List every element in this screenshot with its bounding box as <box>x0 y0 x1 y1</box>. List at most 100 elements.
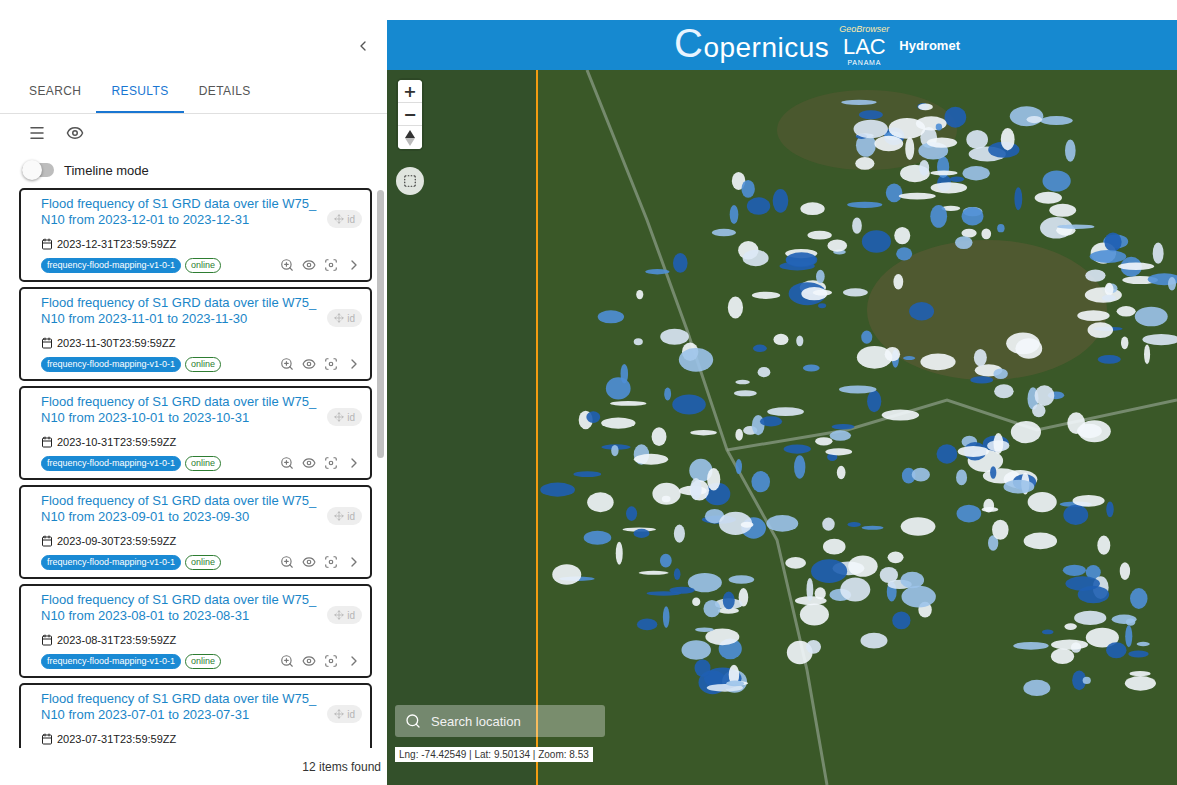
view-toolbar <box>0 114 387 152</box>
result-title-row: Flood frequency of S1 GRD data over tile… <box>41 493 362 525</box>
chevron-right-icon[interactable] <box>346 653 362 669</box>
chevron-right-icon[interactable] <box>346 356 362 372</box>
tag-row: frequency-flood-mapping-v1-0-1 online <box>41 256 362 274</box>
satellite-map[interactable] <box>387 70 1177 785</box>
focus-icon[interactable] <box>324 357 338 371</box>
result-title[interactable]: Flood frequency of S1 GRD data over tile… <box>41 196 323 228</box>
result-title[interactable]: Flood frequency of S1 GRD data over tile… <box>41 592 323 624</box>
calendar-icon <box>41 535 53 547</box>
tile-boundary <box>536 70 538 785</box>
timeline-label: Timeline mode <box>64 163 149 178</box>
list-menu-icon[interactable] <box>28 124 46 142</box>
collection-tag[interactable]: frequency-flood-mapping-v1-0-1 <box>41 456 181 471</box>
result-date: 2023-11-30T23:59:59ZZ <box>41 335 362 351</box>
zoom-in-icon[interactable] <box>280 555 294 569</box>
result-title[interactable]: Flood frequency of S1 GRD data over tile… <box>41 394 323 426</box>
eye-icon[interactable] <box>302 357 316 371</box>
eye-icon[interactable] <box>302 258 316 272</box>
eye-icon[interactable] <box>66 124 84 142</box>
move-icon <box>334 709 344 719</box>
result-count: 12 items found <box>0 748 387 785</box>
collection-tag[interactable]: frequency-flood-mapping-v1-0-1 <box>41 654 181 669</box>
move-icon <box>334 511 344 521</box>
result-title-row: Flood frequency of S1 GRD data over tile… <box>41 196 362 228</box>
result-card[interactable]: Flood frequency of S1 GRD data over tile… <box>19 386 372 480</box>
chevron-right-icon[interactable] <box>346 554 362 570</box>
coordinates-status: Lng: -74.42549 | Lat: 9.50134 | Zoom: 8.… <box>395 747 593 762</box>
collection-tag[interactable]: frequency-flood-mapping-v1-0-1 <box>41 357 181 372</box>
zoom-in-icon[interactable] <box>280 456 294 470</box>
move-icon <box>334 412 344 422</box>
tag-row: frequency-flood-mapping-v1-0-1 online <box>41 553 362 571</box>
status-tag[interactable]: online <box>185 357 221 372</box>
timeline-switch[interactable] <box>22 163 54 177</box>
focus-icon[interactable] <box>324 555 338 569</box>
status-tag[interactable]: online <box>185 258 221 273</box>
brand-logo: Copernicus <box>674 25 829 66</box>
timeline-toggle-row: Timeline mode <box>0 152 387 188</box>
id-chip: id <box>327 507 362 525</box>
focus-icon[interactable] <box>324 456 338 470</box>
tag-row: frequency-flood-mapping-v1-0-1 online <box>41 454 362 472</box>
id-chip: id <box>327 408 362 426</box>
scrollbar[interactable] <box>377 188 384 748</box>
results-area: Flood frequency of S1 GRD data over tile… <box>0 188 387 748</box>
sidebar: SEARCHRESULTSDETAILS Timeline mode Flood f… <box>0 0 387 785</box>
result-card[interactable]: Flood frequency of S1 GRD data over tile… <box>19 188 372 282</box>
result-card[interactable]: Flood frequency of S1 GRD data over tile… <box>19 485 372 579</box>
tab[interactable]: RESULTS <box>96 70 183 113</box>
eye-icon[interactable] <box>302 456 316 470</box>
result-card[interactable]: Flood frequency of S1 GRD data over tile… <box>19 683 372 748</box>
map-canvas[interactable]: +− Lng: -74.42549 | Lat: 9.50134 | Zoom: … <box>387 70 1177 785</box>
id-chip: id <box>327 309 362 327</box>
move-icon <box>334 313 344 323</box>
switch-knob <box>22 160 42 180</box>
app-name: Hydromet <box>899 38 960 53</box>
chevron-right-icon[interactable] <box>346 257 362 273</box>
collapse-button[interactable] <box>355 38 371 54</box>
location-search <box>395 705 605 737</box>
result-title[interactable]: Flood frequency of S1 GRD data over tile… <box>41 691 323 723</box>
calendar-icon <box>41 436 53 448</box>
chevron-left-icon <box>355 38 371 54</box>
tag-row: frequency-flood-mapping-v1-0-1 online <box>41 355 362 373</box>
tab[interactable]: DETAILS <box>184 70 266 113</box>
result-title[interactable]: Flood frequency of S1 GRD data over tile… <box>41 493 323 525</box>
location-search-input[interactable] <box>429 713 595 730</box>
result-title[interactable]: Flood frequency of S1 GRD data over tile… <box>41 295 323 327</box>
region-logo: GeoBrowserLACPANAMA <box>839 25 889 66</box>
result-card[interactable]: Flood frequency of S1 GRD data over tile… <box>19 584 372 678</box>
focus-icon[interactable] <box>324 654 338 668</box>
chevron-right-icon[interactable] <box>346 455 362 471</box>
result-list: Flood frequency of S1 GRD data over tile… <box>19 188 372 748</box>
focus-icon[interactable] <box>324 258 338 272</box>
result-date: 2023-08-31T23:59:59ZZ <box>41 632 362 648</box>
zoom-in-icon[interactable] <box>280 654 294 668</box>
move-icon <box>334 610 344 620</box>
zoom-in-icon[interactable] <box>280 258 294 272</box>
region-name: LAC <box>843 36 886 58</box>
compass-button[interactable] <box>398 126 422 149</box>
id-chip: id <box>327 606 362 624</box>
scrollbar-thumb[interactable] <box>377 190 384 458</box>
status-tag[interactable]: online <box>185 654 221 669</box>
eye-icon[interactable] <box>302 654 316 668</box>
eye-icon[interactable] <box>302 555 316 569</box>
zoom-out-button[interactable]: − <box>398 103 422 126</box>
collection-tag[interactable]: frequency-flood-mapping-v1-0-1 <box>41 555 181 570</box>
app: SEARCHRESULTSDETAILS Timeline mode Flood f… <box>0 0 1177 785</box>
calendar-icon <box>41 733 53 745</box>
tab-bar: SEARCHRESULTSDETAILS <box>0 70 387 114</box>
zoom-in-button[interactable]: + <box>398 80 422 103</box>
tab[interactable]: SEARCH <box>14 70 96 113</box>
box-select-button[interactable] <box>396 167 424 195</box>
status-tag[interactable]: online <box>185 555 221 570</box>
top-strip <box>387 0 1177 20</box>
zoom-in-icon[interactable] <box>280 357 294 371</box>
calendar-icon <box>41 337 53 349</box>
result-card[interactable]: Flood frequency of S1 GRD data over tile… <box>19 287 372 381</box>
status-tag[interactable]: online <box>185 456 221 471</box>
card-actions <box>280 554 362 570</box>
card-actions <box>280 356 362 372</box>
collection-tag[interactable]: frequency-flood-mapping-v1-0-1 <box>41 258 181 273</box>
